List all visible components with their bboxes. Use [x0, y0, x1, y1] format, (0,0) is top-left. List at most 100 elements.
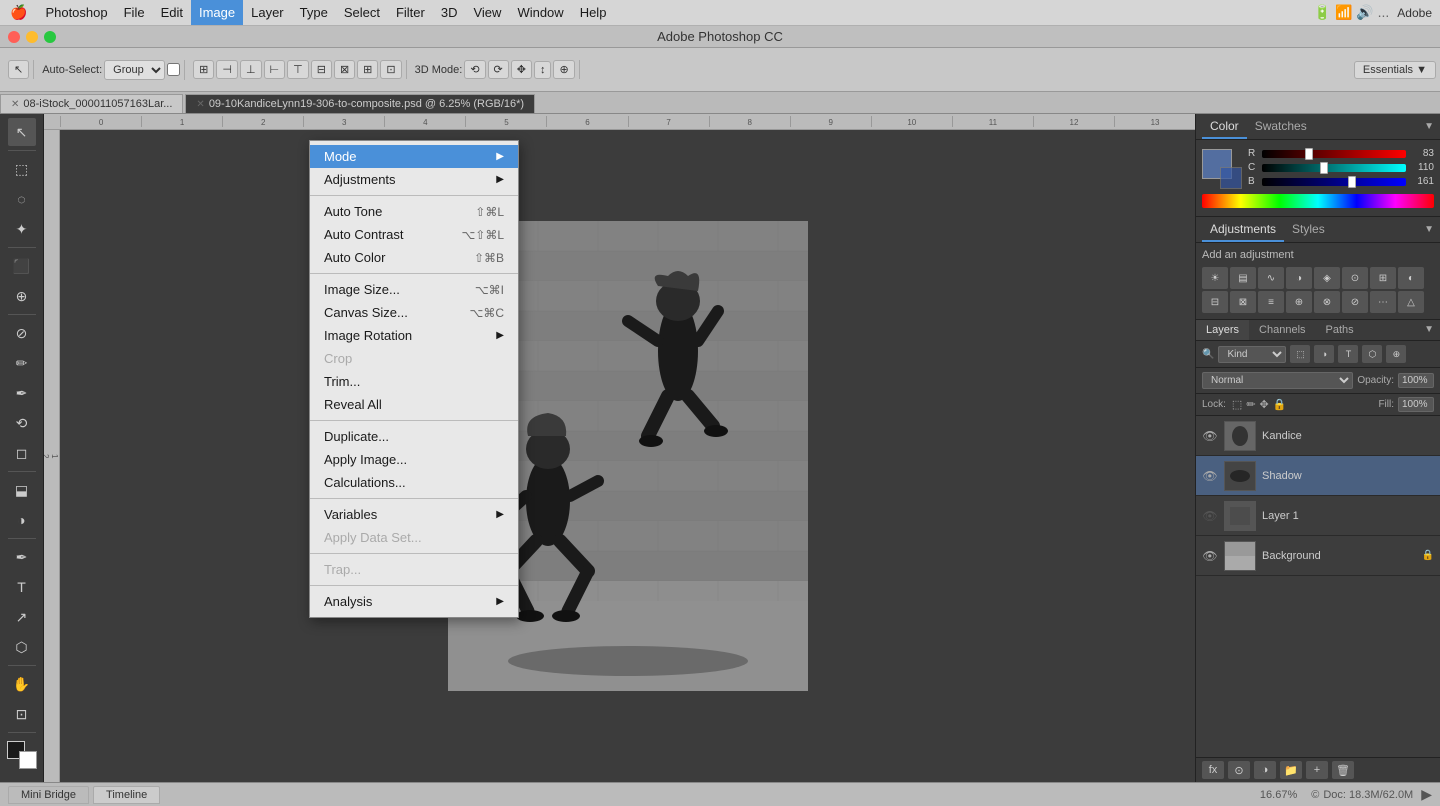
tool-hand[interactable]: ✋	[8, 670, 36, 698]
swatches-tab[interactable]: Swatches	[1247, 115, 1315, 139]
tool-shape[interactable]: ⬡	[8, 633, 36, 661]
b-slider[interactable]	[1262, 178, 1406, 186]
color-swatches-stack[interactable]	[1202, 149, 1242, 189]
3d-roll-btn[interactable]: ⟳	[488, 60, 509, 79]
3d-rotate-btn[interactable]: ⟲	[464, 60, 485, 79]
align-bottom-btn[interactable]: ⊠	[334, 60, 355, 79]
menu-file[interactable]: File	[116, 0, 153, 25]
3d-scale-btn[interactable]: ⊕	[553, 60, 574, 79]
delete-layer-button[interactable]: 🗑	[1332, 761, 1354, 779]
menu-item-auto-contrast[interactable]: Auto Contrast ⌥⇧⌘L	[310, 223, 518, 246]
auto-select-checkbox[interactable]	[167, 63, 180, 76]
3d-slide-btn[interactable]: ↕	[534, 61, 552, 79]
menu-view[interactable]: View	[465, 0, 509, 25]
mini-bridge-tab[interactable]: Mini Bridge	[8, 786, 89, 804]
align-right-btn[interactable]: ⊢	[264, 60, 286, 79]
menu-item-image-size[interactable]: Image Size... ⌥⌘I	[310, 278, 518, 301]
3d-pan-btn[interactable]: ✥	[511, 60, 532, 79]
close-button[interactable]	[8, 31, 20, 43]
adj-color-balance[interactable]: ⊞	[1370, 267, 1396, 289]
adj-threshold[interactable]: ⊘	[1342, 291, 1368, 313]
background-color[interactable]	[19, 751, 37, 769]
fill-input[interactable]	[1398, 397, 1434, 412]
expand-status-btn[interactable]: ▶	[1421, 786, 1432, 803]
lock-transparent-icon[interactable]: ⬚	[1232, 398, 1242, 411]
menu-image[interactable]: Image	[191, 0, 243, 25]
adj-hue-sat[interactable]: ⊙	[1342, 267, 1368, 289]
layer-item-background[interactable]: 👁 Background 🔒	[1196, 536, 1440, 576]
adj-levels[interactable]: ▤	[1230, 267, 1256, 289]
layers-tab-paths[interactable]: Paths	[1316, 320, 1364, 340]
menu-item-duplicate[interactable]: Duplicate...	[310, 425, 518, 448]
tool-healing[interactable]: ⊘	[8, 319, 36, 347]
adj-photo-filter[interactable]: ⊟	[1202, 291, 1228, 313]
tool-pen[interactable]: ✒	[8, 543, 36, 571]
align-top-btn[interactable]: ⊤	[287, 60, 309, 79]
tool-history-brush[interactable]: ⟲	[8, 409, 36, 437]
doc-tab-close-1[interactable]: ✕	[196, 99, 204, 110]
window-controls[interactable]	[8, 31, 56, 43]
adj-brightness[interactable]: ☀	[1202, 267, 1228, 289]
menu-item-crop[interactable]: Crop	[310, 347, 518, 370]
menu-item-trap[interactable]: Trap...	[310, 558, 518, 581]
tool-dodge[interactable]: ◑	[8, 506, 36, 534]
filter-smart-icon[interactable]: ⊕	[1386, 345, 1406, 363]
menu-select[interactable]: Select	[336, 0, 388, 25]
b-thumb[interactable]	[1348, 176, 1356, 188]
menu-item-analysis[interactable]: Analysis ▶	[310, 590, 518, 613]
adj-curves[interactable]: ∿	[1258, 267, 1284, 289]
tool-lasso[interactable]: ◌	[8, 185, 36, 213]
show-transform-btn[interactable]: ⊞	[193, 60, 214, 79]
minimize-button[interactable]	[26, 31, 38, 43]
add-fx-button[interactable]: fx	[1202, 761, 1224, 779]
adj-invert[interactable]: ⊕	[1286, 291, 1312, 313]
layer-item-shadow[interactable]: 👁 Shadow	[1196, 456, 1440, 496]
filter-shape-icon[interactable]: ⬡	[1362, 345, 1382, 363]
menu-item-calculations[interactable]: Calculations...	[310, 471, 518, 494]
menu-item-variables[interactable]: Variables ▶	[310, 503, 518, 526]
menu-item-auto-color[interactable]: Auto Color ⇧⌘B	[310, 246, 518, 269]
menu-item-canvas-size[interactable]: Canvas Size... ⌥⌘C	[310, 301, 518, 324]
doc-tab-0[interactable]: ✕ 08-iStock_000011057163Lar...	[0, 94, 183, 113]
adj-gradient-map[interactable]: ⋯	[1370, 291, 1396, 313]
layers-tab-channels[interactable]: Channels	[1249, 320, 1315, 340]
adj-panel-collapse[interactable]: ▼	[1424, 224, 1434, 235]
dist-h-btn[interactable]: ⊞	[357, 60, 378, 79]
adj-exposure[interactable]: ◑	[1286, 267, 1312, 289]
add-mask-button[interactable]: ⊙	[1228, 761, 1250, 779]
layer-item-layer1[interactable]: 👁 Layer 1	[1196, 496, 1440, 536]
maximize-button[interactable]	[44, 31, 56, 43]
menu-item-image-rotation[interactable]: Image Rotation ▶	[310, 324, 518, 347]
layer-vis-shadow[interactable]: 👁	[1202, 468, 1218, 484]
align-center-btn[interactable]: ⊥	[240, 60, 262, 79]
tool-brush[interactable]: ✏	[8, 349, 36, 377]
menu-item-mode[interactable]: Mode ▶	[310, 145, 518, 168]
menu-item-apply-data-set[interactable]: Apply Data Set...	[310, 526, 518, 549]
menu-item-auto-tone[interactable]: Auto Tone ⇧⌘L	[310, 200, 518, 223]
menu-photoshop[interactable]: Photoshop	[37, 0, 115, 25]
add-adj-button[interactable]: ◑	[1254, 761, 1276, 779]
tool-zoom[interactable]: ⊡	[8, 700, 36, 728]
foreground-background-colors[interactable]	[7, 741, 37, 769]
menu-item-trim[interactable]: Trim...	[310, 370, 518, 393]
kind-filter-select[interactable]: Kind Name Effect Mode Attribute Color	[1218, 346, 1286, 363]
filter-type-icon[interactable]: T	[1338, 345, 1358, 363]
tool-marquee[interactable]: ⬚	[8, 155, 36, 183]
tool-path-select[interactable]: ↗	[8, 603, 36, 631]
align-mid-btn[interactable]: ⊟	[311, 60, 332, 79]
menu-type[interactable]: Type	[292, 0, 336, 25]
menu-edit[interactable]: Edit	[153, 0, 191, 25]
menu-item-reveal-all[interactable]: Reveal All	[310, 393, 518, 416]
adj-posterize[interactable]: ⊗	[1314, 291, 1340, 313]
align-left-btn[interactable]: ⊣	[216, 60, 238, 79]
adjustments-tab[interactable]: Adjustments	[1202, 218, 1284, 242]
filter-pixel-icon[interactable]: ⬚	[1290, 345, 1310, 363]
add-layer-button[interactable]: +	[1306, 761, 1328, 779]
color-panel-collapse[interactable]: ▼	[1424, 121, 1434, 132]
layer-vis-kandice[interactable]: 👁	[1202, 428, 1218, 444]
background-swatch[interactable]	[1220, 167, 1242, 189]
adj-bw[interactable]: ◐	[1398, 267, 1424, 289]
tool-clone[interactable]: ✒	[8, 379, 36, 407]
auto-select-select[interactable]: Group Layer	[104, 60, 165, 80]
menu-help[interactable]: Help	[572, 0, 615, 25]
